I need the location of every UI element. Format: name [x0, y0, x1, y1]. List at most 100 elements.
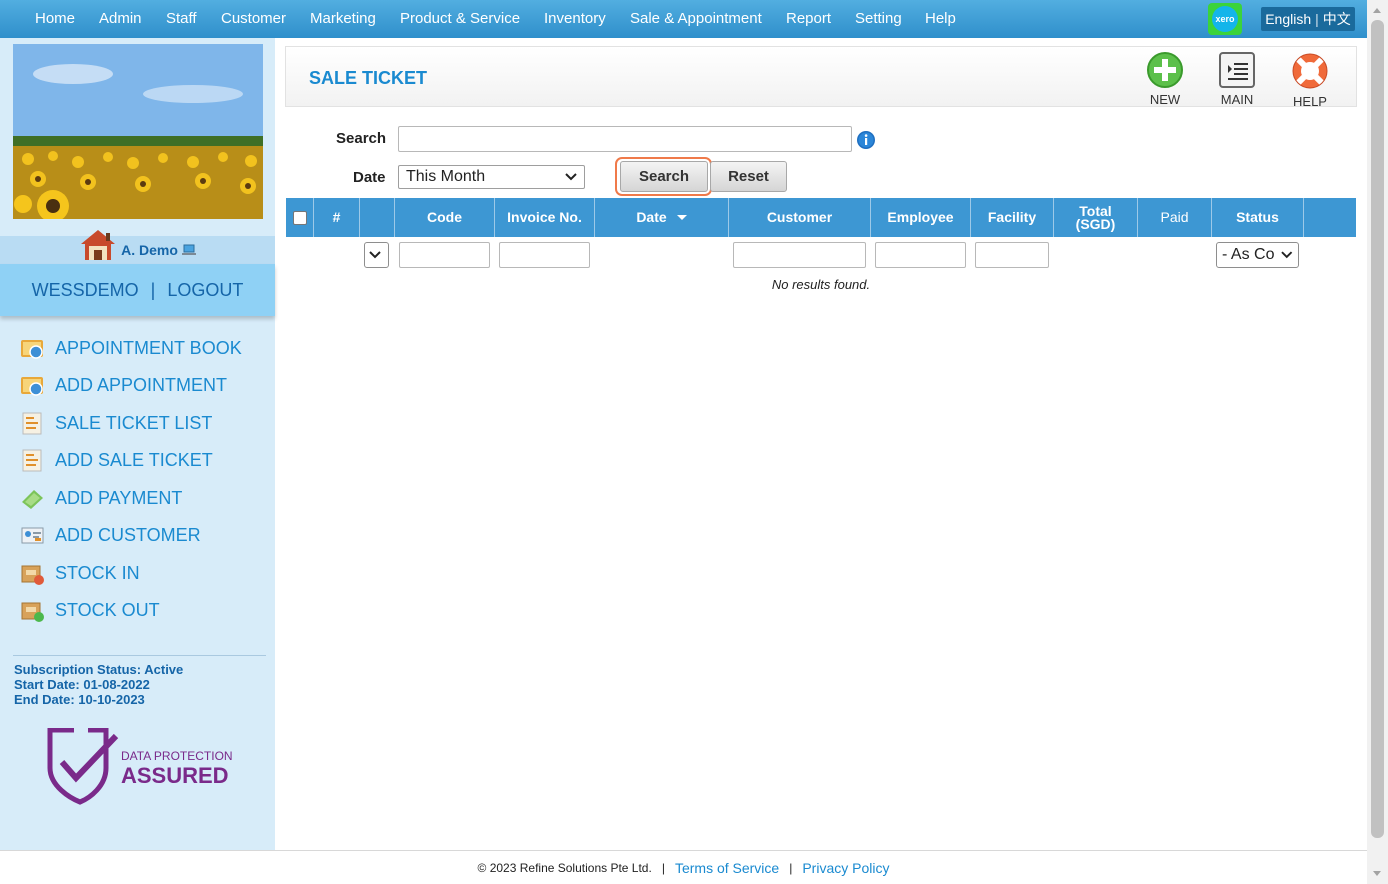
scroll-down-arrow-icon[interactable]	[1373, 871, 1381, 876]
search-input[interactable]	[398, 126, 852, 152]
language-switcher: English | 中文	[1261, 7, 1355, 31]
nav-help[interactable]: Help	[925, 10, 956, 27]
main-button-label: MAIN	[1220, 92, 1254, 107]
help-button-label: HELP	[1293, 94, 1327, 109]
reset-button[interactable]: Reset	[710, 161, 787, 192]
col-facility[interactable]: Facility	[971, 198, 1054, 237]
type-filter-select[interactable]	[364, 242, 389, 268]
data-protection-badge[interactable]: DATA PROTECTION ASSURED	[46, 727, 236, 808]
stock-in-icon	[21, 565, 44, 585]
xero-logo[interactable]: xero	[1208, 3, 1242, 35]
add-customer-icon	[21, 527, 44, 543]
col-code[interactable]: Code	[395, 198, 495, 237]
facility-filter-input[interactable]	[975, 242, 1049, 268]
nav-product-service[interactable]: Product & Service	[400, 10, 520, 27]
user-bar: A. Demo	[0, 230, 275, 264]
terms-of-service-link[interactable]: Terms of Service	[675, 860, 779, 876]
privacy-policy-link[interactable]: Privacy Policy	[802, 860, 889, 876]
account-name-link[interactable]: WESSDEMO	[32, 280, 139, 301]
account-box: WESSDEMO | LOGOUT	[0, 264, 275, 316]
language-chinese-link[interactable]: 中文	[1323, 9, 1351, 29]
vertical-scrollbar[interactable]	[1367, 0, 1388, 884]
page-header: SALE TICKET NEW MAIN HELP	[285, 46, 1357, 109]
menu-add-customer[interactable]: ADD CUSTOMER	[20, 522, 201, 548]
subscription-start-date: Start Date: 01-08-2022	[14, 677, 150, 692]
code-filter-input[interactable]	[399, 242, 490, 268]
col-actions	[1304, 198, 1356, 237]
search-button[interactable]: Search	[620, 161, 708, 192]
menu-stock-out[interactable]: STOCK OUT	[20, 597, 160, 623]
invoice-filter-input[interactable]	[499, 242, 590, 268]
customer-filter-input[interactable]	[733, 242, 866, 268]
sort-desc-icon	[676, 215, 687, 220]
menu-stock-in[interactable]: STOCK IN	[20, 560, 140, 586]
col-employee[interactable]: Employee	[871, 198, 971, 237]
menu-sale-ticket-list[interactable]: SALE TICKET LIST	[20, 410, 212, 436]
menu-stock-in-label: STOCK IN	[55, 562, 140, 583]
menu-add-payment[interactable]: ADD PAYMENT	[20, 485, 182, 511]
nav-staff[interactable]: Staff	[166, 10, 197, 27]
subscription-status: Subscription Status: Active	[14, 662, 184, 677]
date-label: Date	[353, 169, 386, 186]
col-type	[360, 198, 395, 237]
menu-appointment-book[interactable]: APPOINTMENT BOOK	[20, 335, 242, 361]
no-results-message: No results found.	[771, 277, 871, 292]
menu-stock-out-label: STOCK OUT	[55, 599, 160, 620]
new-button-label: NEW	[1149, 92, 1181, 107]
menu-add-customer-label: ADD CUSTOMER	[55, 524, 201, 545]
sidebar-divider	[13, 655, 266, 656]
menu-add-sale-ticket[interactable]: ADD SALE TICKET	[20, 447, 213, 473]
nav-admin[interactable]: Admin	[99, 10, 142, 27]
chevron-down-icon	[565, 173, 577, 181]
nav-customer[interactable]: Customer	[221, 10, 286, 27]
account-separator: |	[150, 279, 156, 300]
stock-out-icon	[21, 602, 44, 622]
logout-link[interactable]: LOGOUT	[167, 280, 243, 301]
select-all-checkbox[interactable]	[292, 210, 307, 225]
nav-marketing[interactable]: Marketing	[310, 10, 376, 27]
col-status[interactable]: Status	[1212, 198, 1304, 237]
footer-separator-2: |	[789, 860, 793, 875]
chevron-down-icon	[369, 251, 381, 259]
xero-logo-text: xero	[1212, 6, 1238, 32]
main-button[interactable]: MAIN	[1212, 51, 1262, 107]
add-appointment-icon	[21, 376, 43, 396]
lifebuoy-icon	[1292, 53, 1328, 89]
info-icon[interactable]	[856, 130, 876, 150]
nav-inventory[interactable]: Inventory	[544, 10, 606, 27]
col-total-line2: (SGD)	[1075, 215, 1116, 232]
list-menu-icon	[1219, 52, 1255, 88]
col-total[interactable]: Total (SGD)	[1054, 198, 1138, 237]
plus-icon	[1147, 52, 1183, 88]
status-filter-select[interactable]: - As Co	[1216, 242, 1299, 268]
nav-report[interactable]: Report	[786, 10, 831, 27]
col-invoice-no[interactable]: Invoice No.	[495, 198, 595, 237]
nav-setting[interactable]: Setting	[855, 10, 902, 27]
page-title: SALE TICKET	[309, 68, 428, 88]
col-date[interactable]: Date	[595, 198, 729, 237]
new-button[interactable]: NEW	[1140, 51, 1190, 107]
nav-home[interactable]: Home	[35, 10, 75, 27]
help-button[interactable]: HELP	[1285, 51, 1335, 109]
house-icon[interactable]	[79, 228, 117, 262]
col-customer[interactable]: Customer	[729, 198, 871, 237]
employee-filter-input[interactable]	[875, 242, 966, 268]
user-name[interactable]: A. Demo	[121, 242, 178, 258]
sale-ticket-list-icon	[22, 412, 42, 434]
date-range-value: This Month	[406, 168, 486, 185]
footer-copyright: © 2023 Refine Solutions Pte Ltd.	[477, 860, 652, 875]
menu-add-sale-ticket-label: ADD SALE TICKET	[55, 449, 213, 470]
col-paid[interactable]: Paid	[1138, 198, 1212, 237]
date-range-select[interactable]: This Month	[398, 165, 585, 189]
col-number[interactable]: #	[314, 198, 360, 237]
top-navigation-bar: Home Admin Staff Customer Marketing Prod…	[0, 0, 1367, 38]
language-english-link[interactable]: English	[1265, 11, 1311, 27]
scroll-up-arrow-icon[interactable]	[1373, 8, 1381, 13]
nav-sale-appointment[interactable]: Sale & Appointment	[630, 10, 762, 27]
menu-sale-ticket-list-label: SALE TICKET LIST	[55, 412, 213, 433]
scrollbar-thumb[interactable]	[1371, 20, 1384, 838]
footer: © 2023 Refine Solutions Pte Ltd. | Terms…	[0, 850, 1367, 884]
menu-add-payment-label: ADD PAYMENT	[55, 487, 183, 508]
menu-add-appointment[interactable]: ADD APPOINTMENT	[20, 372, 227, 398]
search-label: Search	[336, 130, 387, 147]
